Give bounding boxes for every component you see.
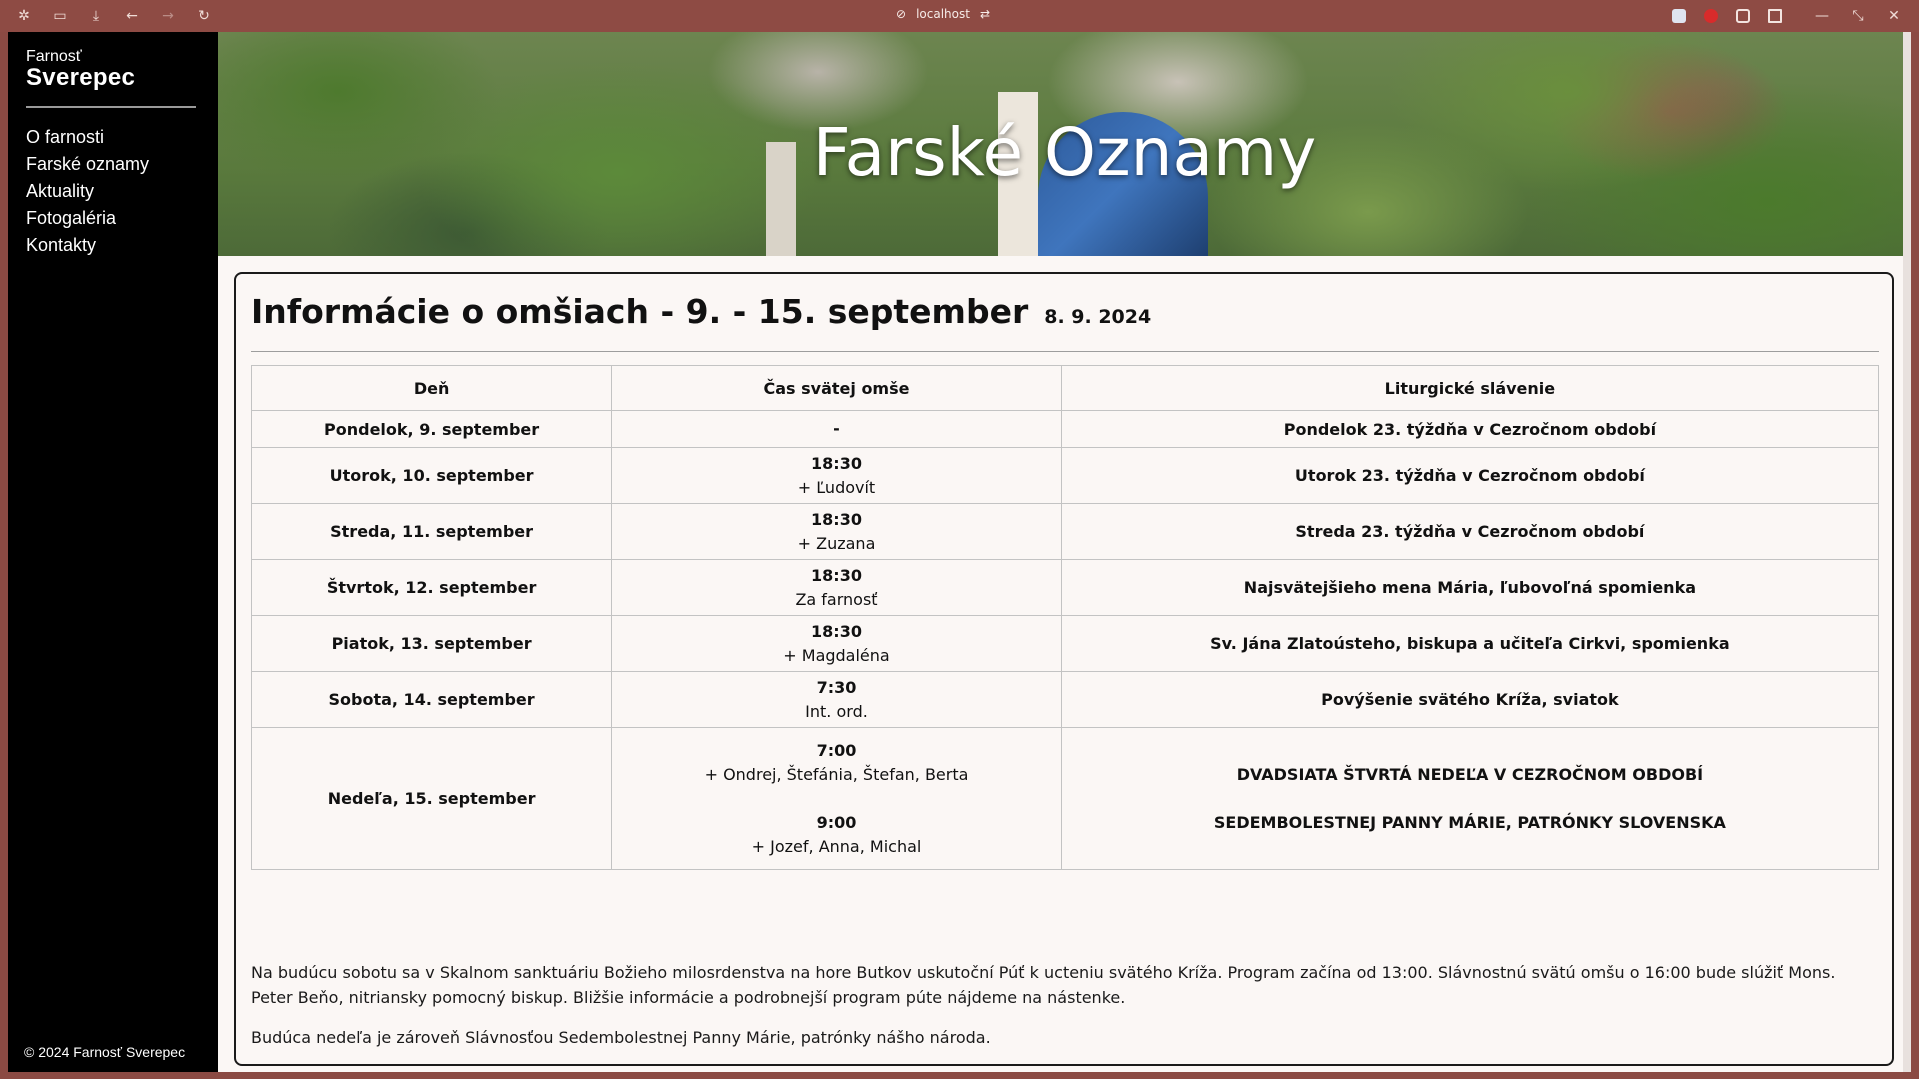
mass-time: 9:00: [816, 812, 857, 832]
time-cell: 7:00 + Ondrej, Štefánia, Štefan, Berta 9…: [611, 727, 1062, 870]
table-header-row: Deň Čas svätej omše Liturgické slávenie: [250, 365, 1880, 411]
day-cell: Nedeľa, 15. september: [250, 727, 613, 870]
nav-item-o-farnosti[interactable]: O farnosti: [26, 124, 149, 151]
url-text: localhost: [916, 7, 970, 21]
link-icon: ⊘: [896, 7, 907, 21]
close-icon[interactable]: ✕: [1884, 6, 1904, 26]
day-cell: Piatok, 13. september: [250, 615, 613, 672]
extension-shield-icon[interactable]: [1704, 9, 1718, 23]
download-icon[interactable]: ⤓: [86, 6, 106, 26]
day-cell: Pondelok, 9. september: [250, 410, 613, 448]
sidebar: Farnosť Sverepec O farnosti Farské oznam…: [8, 32, 218, 1072]
mass-intention: Int. ord.: [805, 701, 868, 721]
mass-time: 18:30: [811, 565, 862, 585]
liturgy-cell: Utorok 23. týždňa v Cezročnom období: [1060, 447, 1880, 504]
card-title: Informácie o omšiach - 9. - 15. septembe…: [251, 292, 1029, 331]
browser-toolbar: ✲ ▭ ⤓ ← → ↻ ⊘ localhost ⇄ — ⤡ ✕: [0, 0, 1919, 32]
table-row: Nedeľa, 15. september 7:00 + Ondrej, Šte…: [250, 727, 1880, 870]
card-date: 8. 9. 2024: [1044, 306, 1152, 328]
time-cell: 18:30 + Ľudovít: [611, 447, 1062, 504]
brand-title[interactable]: Sverepec: [26, 64, 135, 92]
time-cell: 18:30 + Zuzana: [611, 503, 1062, 560]
nav-item-farske-oznamy[interactable]: Farské oznamy: [26, 151, 149, 178]
mass-intention: + Ľudovít: [797, 477, 876, 497]
brand-divider: [26, 106, 196, 108]
mass-time: 18:30: [811, 453, 862, 473]
forward-icon[interactable]: →: [158, 6, 178, 26]
liturgy-cell: Streda 23. týždňa v Cezročnom období: [1060, 503, 1880, 560]
hero-banner: Farské Oznamy: [218, 32, 1911, 256]
hero-title: Farské Oznamy: [812, 114, 1317, 191]
sidebar-icon[interactable]: ▭: [50, 6, 70, 26]
table-row: Sobota, 14. september 7:30 Int. ord. Pov…: [250, 671, 1880, 728]
main-nav: O farnosti Farské oznamy Aktuality Fotog…: [26, 124, 149, 259]
day-cell: Sobota, 14. september: [250, 671, 613, 728]
time-cell: 18:30 + Magdaléna: [611, 615, 1062, 672]
mass-time: 7:30: [816, 677, 857, 697]
note-paragraph: Budúca nedeľa je zároveň Slávnosťou Sede…: [251, 1028, 991, 1047]
nav-item-fotogaleria[interactable]: Fotogaléria: [26, 205, 149, 232]
announcement-card: Informácie o omšiach - 9. - 15. septembe…: [234, 272, 1894, 1066]
mass-time: 18:30: [811, 621, 862, 641]
nav-item-kontakty[interactable]: Kontakty: [26, 232, 149, 259]
mass-time: -: [833, 419, 840, 438]
day-cell: Utorok, 10. september: [250, 447, 613, 504]
card-header: Informácie o omšiach - 9. - 15. septembe…: [251, 292, 1151, 331]
note-paragraph: Na budúcu sobotu sa v Skalnom sanktuáriu…: [251, 963, 1836, 1007]
mass-time: 7:00: [816, 740, 857, 760]
page-scrollbar[interactable]: [1903, 32, 1911, 1072]
extension-flag-icon[interactable]: [1672, 9, 1686, 23]
extension-grid-icon[interactable]: [1736, 9, 1750, 23]
column-header-day: Deň: [250, 365, 613, 411]
table-row: Utorok, 10. september 18:30 + Ľudovít Ut…: [250, 447, 1880, 504]
table-row: Štvrtok, 12. september 18:30 Za farnosť …: [250, 559, 1880, 616]
split-view-icon[interactable]: [1768, 9, 1782, 23]
mass-intention: + Magdaléna: [783, 645, 890, 665]
restore-icon[interactable]: ⤡: [1848, 6, 1868, 26]
mass-intention: Za farnosť: [795, 589, 878, 609]
reload-icon[interactable]: ↻: [194, 6, 214, 26]
mass-schedule-table: Deň Čas svätej omše Liturgické slávenie …: [250, 365, 1880, 870]
nav-item-aktuality[interactable]: Aktuality: [26, 178, 149, 205]
back-icon[interactable]: ←: [122, 6, 142, 26]
table-row: Piatok, 13. september 18:30 + Magdaléna …: [250, 615, 1880, 672]
mass-intention: + Zuzana: [797, 533, 876, 553]
liturgy-cell: Povýšenie svätého Kríža, sviatok: [1060, 671, 1880, 728]
copyright: © 2024 Farnosť Sverepec: [24, 1044, 186, 1060]
share-icon[interactable]: ⇄: [980, 7, 990, 21]
announcement-notes: Na budúcu sobotu sa v Skalnom sanktuáriu…: [251, 960, 1879, 1065]
liturgy-line: SEDEMBOLESTNEJ PANNY MÁRIE, PATRÓNKY SLO…: [1213, 812, 1726, 832]
day-cell: Štvrtok, 12. september: [250, 559, 613, 616]
time-cell: 18:30 Za farnosť: [611, 559, 1062, 616]
table-row: Streda, 11. september 18:30 + Zuzana Str…: [250, 503, 1880, 560]
mass-intention: + Jozef, Anna, Michal: [751, 836, 922, 856]
time-cell: 7:30 Int. ord.: [611, 671, 1062, 728]
mass-intention: + Ondrej, Štefánia, Štefan, Berta: [704, 764, 969, 784]
settings-icon[interactable]: ✲: [14, 6, 34, 26]
minimize-icon[interactable]: —: [1812, 6, 1832, 26]
card-divider: [251, 351, 1879, 352]
column-header-liturgy: Liturgické slávenie: [1060, 365, 1880, 411]
page-viewport: Farnosť Sverepec O farnosti Farské oznam…: [8, 32, 1911, 1072]
liturgy-cell: DVADSIATA ŠTVRTÁ NEDEĽA V CEZROČNOM OBDO…: [1060, 727, 1880, 870]
table-row: Pondelok, 9. september - Pondelok 23. tý…: [250, 410, 1880, 448]
liturgy-cell: Najsvätejšieho mena Mária, ľubovoľná spo…: [1060, 559, 1880, 616]
liturgy-cell: Pondelok 23. týždňa v Cezročnom období: [1060, 410, 1880, 448]
liturgy-line: DVADSIATA ŠTVRTÁ NEDEĽA V CEZROČNOM OBDO…: [1236, 764, 1704, 784]
mass-time: 18:30: [811, 509, 862, 529]
liturgy-cell: Sv. Jána Zlatoústeho, biskupa a učiteľa …: [1060, 615, 1880, 672]
column-header-time: Čas svätej omše: [611, 365, 1062, 411]
day-cell: Streda, 11. september: [250, 503, 613, 560]
address-bar[interactable]: ⊘ localhost ⇄: [896, 7, 990, 21]
time-cell: -: [611, 410, 1062, 448]
